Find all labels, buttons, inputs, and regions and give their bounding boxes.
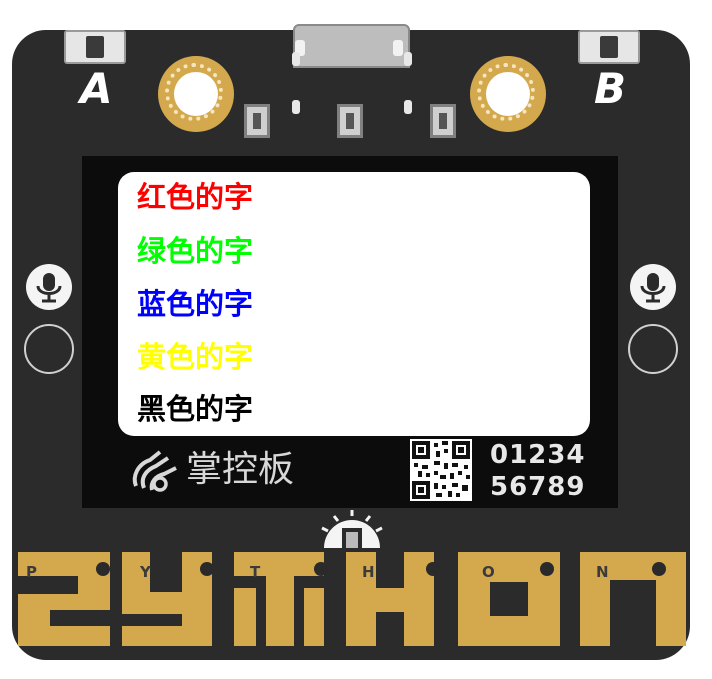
serial-number-line1: 01234 [490, 440, 586, 470]
touch-pad-left[interactable] [24, 324, 74, 374]
rgb-led [337, 104, 363, 138]
screen-text-line: 黄色的字 [137, 340, 254, 374]
touch-pad-right[interactable] [628, 324, 678, 374]
button-a-label: A [80, 64, 113, 113]
rgb-led [244, 104, 270, 138]
pin-label: H [362, 563, 375, 581]
screen-text-line: 红色的字 [137, 180, 254, 214]
pad [404, 100, 412, 114]
mounting-hole-right [470, 56, 546, 132]
pin-hole [200, 562, 214, 576]
mounting-hole-left [158, 56, 234, 132]
microphone-icon [630, 264, 676, 310]
serial-number-line2: 56789 [490, 472, 586, 502]
qr-code [410, 439, 472, 501]
pin-label: P [26, 563, 37, 581]
button-b-switch[interactable] [578, 30, 640, 64]
screen-text-line: 黑色的字 [137, 392, 254, 426]
pin-label: N [596, 563, 609, 581]
pad [292, 52, 300, 66]
pin-hole [540, 562, 554, 576]
usb-port [293, 24, 410, 68]
pin-label: T [250, 563, 261, 581]
pin-hole [314, 562, 328, 576]
pin-hole [426, 562, 440, 576]
pin-hole [96, 562, 110, 576]
microphone-icon [26, 264, 72, 310]
screen-text-line: 蓝色的字 [137, 287, 254, 321]
light-sensor-icon [321, 510, 383, 548]
button-b-label: B [594, 64, 627, 113]
rgb-led [430, 104, 456, 138]
usb-pin [393, 40, 403, 56]
edge-connector [18, 552, 686, 646]
brand-logo-text: 掌控板 [186, 449, 295, 490]
pad [404, 52, 412, 66]
button-a-switch[interactable] [64, 30, 126, 64]
brand-logo-icon [132, 450, 177, 492]
pin-label: O [482, 563, 495, 581]
pin-hole [652, 562, 666, 576]
pin-label: Y [140, 563, 151, 581]
screen-text-line: 绿色的字 [137, 234, 254, 268]
pad [292, 100, 300, 114]
